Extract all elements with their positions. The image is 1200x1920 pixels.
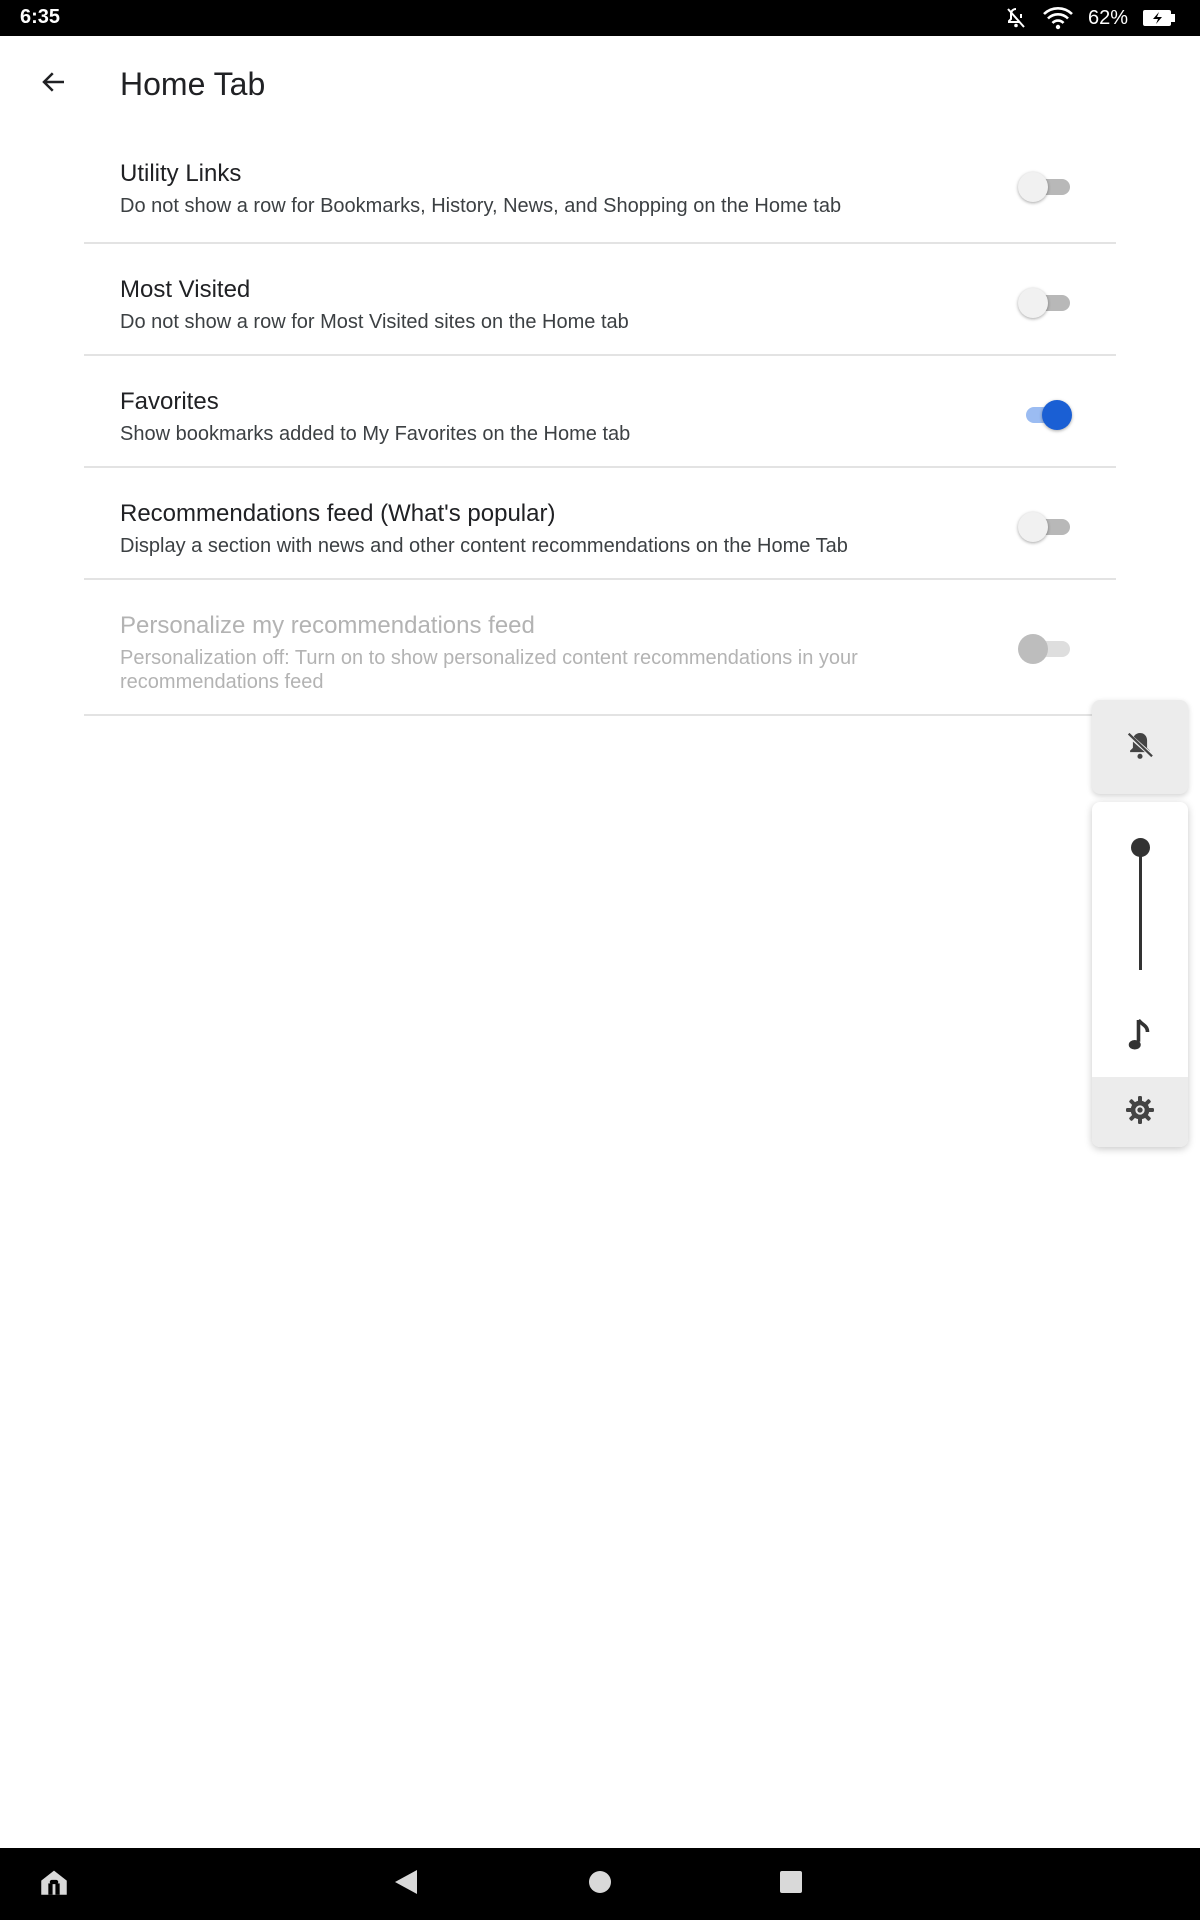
back-button[interactable] xyxy=(30,64,78,104)
volume-settings-button[interactable] xyxy=(1092,1077,1188,1147)
status-bar: 6:35 62% xyxy=(0,0,1200,36)
recents-square-icon xyxy=(779,1870,803,1899)
nav-back-button[interactable] xyxy=(386,1864,426,1904)
settings-list: Utility Links Do not show a row for Book… xyxy=(84,140,1116,716)
volume-panel xyxy=(1092,802,1188,1147)
navigation-bar xyxy=(0,1848,1200,1920)
setting-personalize-feed: Personalize my recommendations feed Pers… xyxy=(84,580,1116,716)
battery-charging-icon xyxy=(1142,8,1176,28)
app-bar: Home Tab xyxy=(0,36,1200,132)
setting-title: Utility Links xyxy=(120,160,242,187)
home-apps-icon xyxy=(37,1865,71,1904)
nav-home-button[interactable] xyxy=(580,1864,620,1904)
recommendations-feed-toggle[interactable] xyxy=(1018,510,1072,544)
setting-description: Show bookmarks added to My Favorites on … xyxy=(120,423,631,445)
most-visited-toggle[interactable] xyxy=(1018,286,1072,320)
setting-utility-links[interactable]: Utility Links Do not show a row for Book… xyxy=(84,140,1116,244)
gear-icon xyxy=(1124,1094,1156,1131)
home-apps-button[interactable] xyxy=(34,1864,74,1904)
music-note-icon xyxy=(1125,1017,1155,1058)
setting-title: Personalize my recommendations feed xyxy=(120,612,535,639)
arrow-back-icon xyxy=(39,67,69,102)
setting-title: Most Visited xyxy=(120,276,251,303)
media-volume-indicator xyxy=(1092,1002,1188,1072)
favorites-toggle[interactable] xyxy=(1018,398,1072,432)
page-title: Home Tab xyxy=(120,66,266,102)
volume-slider-knob[interactable] xyxy=(1131,838,1150,857)
status-icons: 62% xyxy=(1004,4,1176,32)
battery-level: 62% xyxy=(1087,6,1128,29)
wifi-icon xyxy=(1042,6,1074,30)
setting-title: Recommendations feed (What's popular) xyxy=(120,500,556,527)
nav-recents-button[interactable] xyxy=(771,1864,811,1904)
setting-title: Favorites xyxy=(120,388,219,415)
volume-slider[interactable] xyxy=(1120,838,1160,978)
setting-favorites[interactable]: Favorites Show bookmarks added to My Fav… xyxy=(84,356,1116,468)
setting-description: Personalization off: Turn on to show per… xyxy=(120,647,858,693)
bell-off-icon xyxy=(1123,728,1157,767)
personalize-feed-toggle xyxy=(1018,632,1072,666)
utility-links-toggle[interactable] xyxy=(1018,170,1072,204)
setting-description: Do not show a row for Bookmarks, History… xyxy=(120,195,842,217)
home-circle-icon xyxy=(588,1870,612,1899)
setting-description: Do not show a row for Most Visited sites… xyxy=(120,311,629,333)
back-triangle-icon xyxy=(393,1868,419,1901)
notifications-off-icon xyxy=(1004,6,1028,30)
setting-description: Display a section with news and other co… xyxy=(120,535,848,557)
setting-most-visited[interactable]: Most Visited Do not show a row for Most … xyxy=(84,244,1116,356)
ringer-mode-button[interactable] xyxy=(1092,700,1188,794)
status-time: 6:35 xyxy=(20,6,61,28)
setting-recommendations-feed[interactable]: Recommendations feed (What's popular) Di… xyxy=(84,468,1116,580)
